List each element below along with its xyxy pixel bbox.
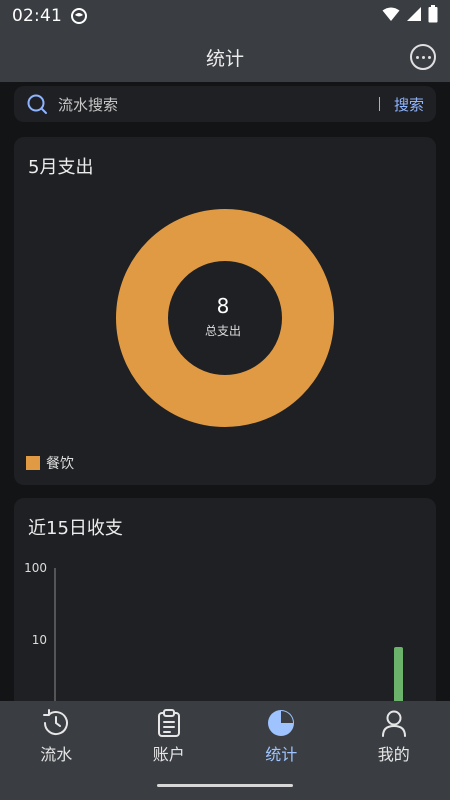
legend-label: 餐饮	[46, 456, 74, 472]
wifi-icon	[382, 6, 400, 26]
y-tick-label: 100	[24, 561, 47, 575]
more-horizontal-icon	[415, 55, 419, 59]
y-tick-label: 10	[32, 633, 47, 647]
search-input[interactable]: 流水搜索	[58, 94, 118, 115]
search-icon	[26, 93, 48, 115]
home-indicator[interactable]	[157, 784, 293, 787]
title-bar: 统计	[0, 32, 450, 82]
chart-legend: 餐饮	[26, 453, 74, 473]
more-horizontal-icon	[421, 55, 425, 59]
donut-center: 8 总支出	[165, 258, 281, 374]
legend-swatch	[26, 456, 40, 470]
tab-label: 流水	[40, 745, 73, 764]
clipboard-icon	[153, 707, 185, 739]
total-expense-value: 8	[216, 293, 230, 318]
trend-card-title: 近15日收支	[28, 518, 123, 539]
pie-chart-icon	[265, 707, 297, 739]
app-notification-icon	[70, 7, 88, 25]
person-icon	[378, 707, 410, 739]
status-bar: 02:41	[0, 0, 450, 32]
tab-flow[interactable]: 流水	[0, 701, 113, 770]
tab-label: 统计	[265, 745, 298, 764]
tab-label: 账户	[152, 745, 185, 764]
monthly-expense-card: 5月支出 8 总支出 餐饮	[14, 137, 436, 485]
more-horizontal-icon	[427, 55, 431, 59]
search-bar[interactable]: 流水搜索 搜索	[14, 86, 436, 122]
expense-card-title: 5月支出	[28, 157, 94, 178]
tab-accounts[interactable]: 账户	[113, 701, 226, 770]
status-time: 02:41	[12, 6, 62, 26]
tab-mine[interactable]: 我的	[338, 701, 450, 770]
battery-icon	[428, 5, 438, 27]
total-expense-label: 总支出	[204, 323, 241, 338]
tab-statistics[interactable]: 统计	[225, 701, 338, 770]
bottom-tab-bar: 流水 账户 统计 我的	[0, 701, 450, 770]
signal-icon	[406, 6, 422, 26]
search-divider	[378, 97, 380, 111]
tab-label: 我的	[377, 745, 410, 764]
more-button[interactable]	[410, 44, 436, 70]
system-navigation-bar	[0, 770, 450, 800]
page-title: 统计	[205, 47, 244, 70]
search-button[interactable]: 搜索	[394, 94, 424, 115]
clock-icon	[40, 707, 72, 739]
